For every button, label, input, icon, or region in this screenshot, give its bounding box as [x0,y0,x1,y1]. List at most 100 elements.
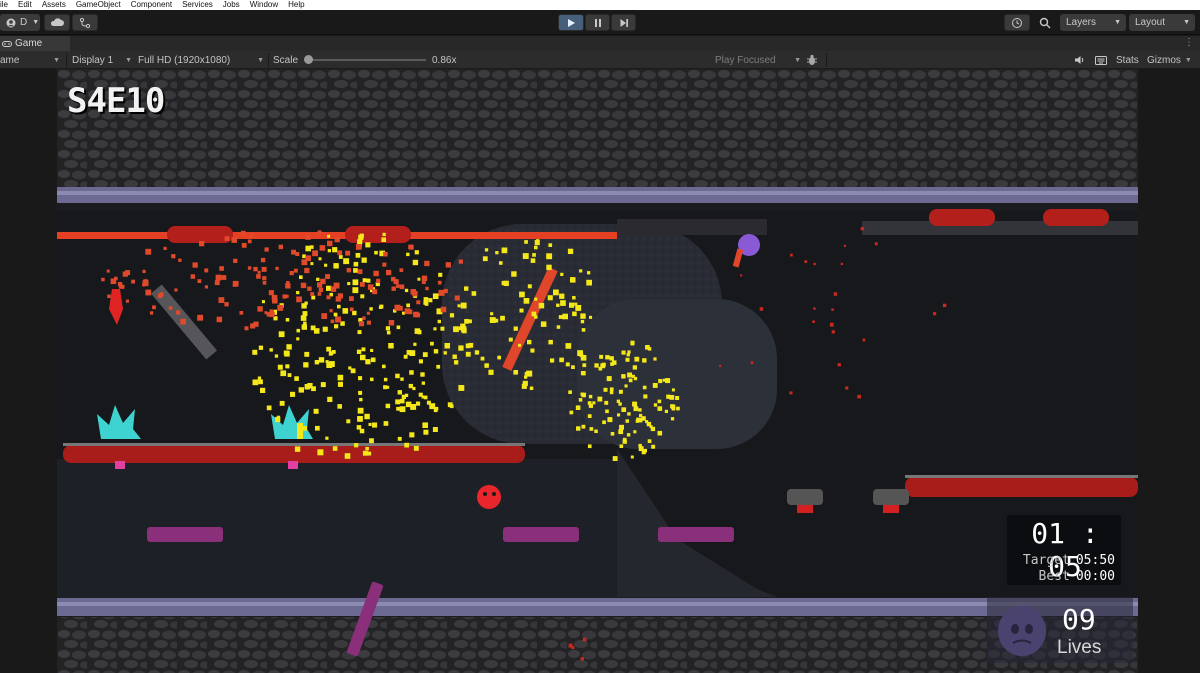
scale-slider-track[interactable] [306,59,426,61]
resolution-dropdown[interactable]: Full HD (1920x1080) ▼ [138,51,266,69]
menu-help[interactable]: Help [288,0,304,10]
spark-particle [241,243,247,248]
spark-particle [362,450,368,456]
spark-particle [333,312,338,317]
spark-particle [521,383,527,389]
lava-pod [1043,209,1109,226]
layout-dropdown[interactable]: Layout ▼ [1129,14,1195,31]
spark-particle [296,337,300,341]
spark-particle [529,386,534,390]
game-viewport[interactable]: S4E10 01 : 05 Target 05:50 Best 00:00 09… [0,69,1200,673]
spark-particle [324,263,328,267]
spark-particle [406,303,410,308]
spark-particle [587,401,592,405]
spark-particle [365,359,371,365]
game-canvas[interactable]: S4E10 01 : 05 Target 05:50 Best 00:00 09… [57,69,1138,673]
scale-slider-handle[interactable] [304,55,313,64]
stats-button[interactable]: Stats [1116,51,1139,69]
layers-dropdown[interactable]: Layers ▼ [1060,14,1126,31]
spark-particle [597,396,603,402]
spark-particle [482,256,488,262]
spark-particle [310,262,314,266]
spark-particle [618,389,623,394]
cloud-button[interactable] [44,14,70,31]
play-button[interactable] [558,14,584,31]
spark-particle [313,408,319,414]
spark-particle [671,388,675,392]
tab-game-label: Game [15,38,43,49]
spark-particle [580,313,586,319]
spark-particle [740,274,743,277]
bottom-rail-highlight [57,602,1138,606]
spark-particle [244,326,249,331]
spark-particle [812,320,815,323]
display-label: Display 1 [72,54,114,66]
pause-button[interactable] [585,14,610,31]
keyboard-toggle[interactable] [1095,51,1107,69]
spark-particle [581,328,586,332]
menu-services[interactable]: Services [182,0,213,10]
spark-particle [262,281,267,285]
spark-particle [277,304,284,311]
spark-particle [278,331,285,338]
search-button[interactable] [1034,14,1056,31]
menu-gameobject[interactable]: GameObject [76,0,121,10]
tab-game[interactable]: Game [0,36,70,51]
play-mode-dropdown[interactable]: Play Focused ▼ [715,51,801,69]
spark-particle [587,271,591,275]
menu-file[interactable]: ile [0,0,8,10]
spark-particle [318,287,324,293]
spark-particle [831,330,835,334]
menu-component[interactable]: Component [131,0,172,10]
spark-particle [494,318,499,323]
spark-particle [594,429,598,433]
audio-toggle[interactable] [1074,51,1085,69]
ceiling-ledge [617,219,767,235]
spark-particle [589,427,594,431]
spark-particle [346,268,351,273]
step-button[interactable] [611,14,636,31]
spark-particle [357,407,364,414]
spark-particle [840,262,843,266]
spark-particle [422,422,428,428]
spark-particle [300,315,307,321]
spark-particle [366,320,371,325]
menu-assets[interactable]: Assets [42,0,66,10]
spark-particle [332,446,338,451]
spark-particle [391,286,396,291]
spark-particle [570,277,576,283]
spark-particle [634,356,640,362]
spark-particle [598,366,603,371]
spark-particle [152,305,156,310]
spark-particle [176,310,181,315]
spark-particle [337,381,343,387]
lava-platform-right [905,477,1138,497]
spark-particle [362,278,367,283]
menu-window[interactable]: Window [250,0,278,10]
gizmos-dropdown[interactable]: Gizmos ▼ [1147,51,1200,69]
spark-particle [326,285,332,291]
version-control-button[interactable] [72,14,98,31]
spark-particle [546,253,553,260]
spark-particle [454,295,460,301]
display-dropdown[interactable]: Display 1 ▼ [72,51,134,69]
debug-toggle[interactable] [806,51,818,69]
spark-particle [370,357,376,363]
account-dropdown[interactable]: D ▼ [0,14,40,31]
mode-dropdown[interactable]: ame ▼ [0,51,64,69]
spark-particle [409,350,416,356]
spark-particle [171,254,176,259]
menu-edit[interactable]: Edit [18,0,32,10]
tab-menu-icon[interactable]: ⋮ [1184,37,1194,48]
spark-particle [398,305,403,311]
spark-particle [412,386,416,391]
spark-particle [218,297,225,303]
spark-particle [277,364,283,370]
history-button[interactable] [1004,14,1030,31]
spark-particle [275,416,281,423]
best-row: Best 00:00 [1039,569,1115,584]
menu-jobs[interactable]: Jobs [223,0,240,10]
lava-platform [63,445,525,463]
spark-particle [437,319,441,324]
spark-particle [224,302,229,307]
